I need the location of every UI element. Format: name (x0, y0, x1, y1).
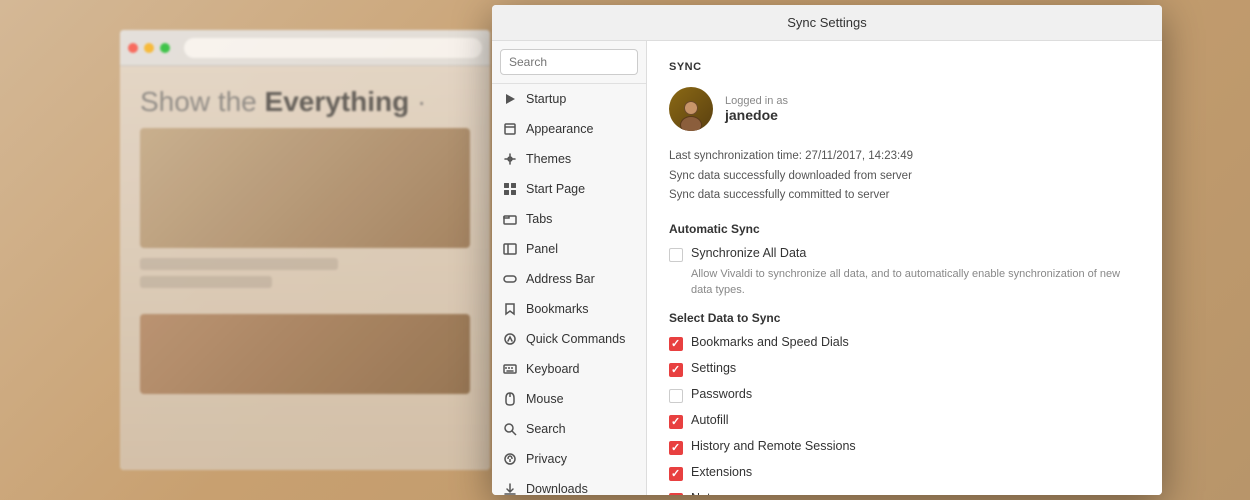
bg-heading: Show the Everything · (140, 86, 470, 118)
address-bar-icon (502, 271, 518, 287)
sidebar-label-downloads: Downloads (526, 482, 588, 495)
sync-notes-label: Notes (691, 491, 724, 495)
sidebar-label-address-bar: Address Bar (526, 272, 595, 286)
sync-all-hint: Allow Vivaldi to synchronize all data, a… (691, 266, 1140, 299)
settings-window: Sync Settings Startup (492, 5, 1162, 495)
sync-history-checkbox[interactable] (669, 441, 683, 455)
privacy-icon (502, 451, 518, 467)
themes-icon (502, 151, 518, 167)
sidebar-label-privacy: Privacy (526, 452, 567, 466)
quick-commands-icon (502, 331, 518, 347)
sync-item-autofill: Autofill (669, 413, 1140, 429)
sidebar-label-keyboard: Keyboard (526, 362, 580, 376)
user-row: Logged in as janedoe (669, 87, 1140, 131)
sync-extensions-checkbox[interactable] (669, 467, 683, 481)
sidebar-item-bookmarks[interactable]: Bookmarks (492, 294, 646, 324)
avatar (669, 87, 713, 131)
start-page-icon (502, 181, 518, 197)
sync-item-bookmarks: Bookmarks and Speed Dials (669, 335, 1140, 351)
sync-bookmarks-label: Bookmarks and Speed Dials (691, 335, 849, 349)
sidebar-item-mouse[interactable]: Mouse (492, 384, 646, 414)
sidebar-item-quick-commands[interactable]: Quick Commands (492, 324, 646, 354)
sidebar-label-bookmarks: Bookmarks (526, 302, 589, 316)
bookmarks-icon (502, 301, 518, 317)
sync-notes-checkbox[interactable] (669, 493, 683, 495)
sidebar-label-mouse: Mouse (526, 392, 564, 406)
keyboard-icon (502, 361, 518, 377)
select-data-title: Select Data to Sync (669, 311, 1140, 325)
sidebar-item-themes[interactable]: Themes (492, 144, 646, 174)
sync-item-notes: Notes (669, 491, 1140, 495)
sidebar-item-keyboard[interactable]: Keyboard (492, 354, 646, 384)
sync-status: Last synchronization time: 27/11/2017, 1… (669, 147, 1140, 206)
sidebar-item-panel[interactable]: Panel (492, 234, 646, 264)
committed-text: Sync data successfully committed to serv… (669, 186, 1140, 206)
downloads-icon (502, 481, 518, 495)
username: janedoe (725, 107, 788, 123)
sidebar-label-quick-commands: Quick Commands (526, 332, 625, 346)
panel-icon (502, 241, 518, 257)
sync-passwords-label: Passwords (691, 387, 752, 401)
sync-settings-checkbox[interactable] (669, 363, 683, 377)
sync-item-history: History and Remote Sessions (669, 439, 1140, 455)
sync-all-label: Synchronize All Data (691, 246, 806, 260)
sidebar-search-input[interactable] (500, 49, 638, 75)
sync-autofill-label: Autofill (691, 413, 729, 427)
sync-extensions-label: Extensions (691, 465, 752, 479)
sidebar-label-search: Search (526, 422, 566, 436)
settings-main: SYNC Logged in as janedoe (647, 41, 1162, 495)
sync-item-settings: Settings (669, 361, 1140, 377)
user-info: Logged in as janedoe (725, 95, 788, 123)
sidebar-item-tabs[interactable]: Tabs (492, 204, 646, 234)
sync-all-row: Synchronize All Data (669, 246, 1140, 262)
tabs-icon (502, 211, 518, 227)
bg-browser-chrome: Show the Everything · (120, 30, 490, 470)
settings-sidebar: Startup Appearance (492, 41, 647, 495)
data-sync-list: Bookmarks and Speed Dials Settings Passw… (669, 335, 1140, 495)
sidebar-item-startup[interactable]: Startup (492, 84, 646, 114)
sidebar-item-address-bar[interactable]: Address Bar (492, 264, 646, 294)
sidebar-label-startup: Startup (526, 92, 566, 106)
search-box (492, 41, 646, 84)
sync-settings-label: Settings (691, 361, 736, 375)
sidebar-nav: Startup Appearance (492, 84, 646, 495)
logged-in-label: Logged in as (725, 95, 788, 107)
sidebar-label-start-page: Start Page (526, 182, 585, 196)
sidebar-item-privacy[interactable]: Privacy (492, 444, 646, 474)
settings-titlebar: Sync Settings (492, 5, 1162, 41)
last-sync-text: Last synchronization time: 27/11/2017, 1… (669, 147, 1140, 167)
bg-image (140, 128, 470, 248)
sync-passwords-checkbox[interactable] (669, 389, 683, 403)
sync-item-extensions: Extensions (669, 465, 1140, 481)
mouse-icon (502, 391, 518, 407)
sidebar-item-search[interactable]: Search (492, 414, 646, 444)
search-nav-icon (502, 421, 518, 437)
sidebar-item-downloads[interactable]: Downloads (492, 474, 646, 495)
sidebar-item-appearance[interactable]: Appearance (492, 114, 646, 144)
appearance-icon (502, 121, 518, 137)
bg-image-2 (140, 314, 470, 394)
window-title: Sync Settings (787, 15, 867, 30)
sidebar-label-panel: Panel (526, 242, 558, 256)
sidebar-label-tabs: Tabs (526, 212, 552, 226)
downloaded-text: Sync data successfully downloaded from s… (669, 167, 1140, 187)
sync-item-passwords: Passwords (669, 387, 1140, 403)
sync-history-label: History and Remote Sessions (691, 439, 856, 453)
sidebar-item-start-page[interactable]: Start Page (492, 174, 646, 204)
section-title: SYNC (669, 61, 1140, 73)
automatic-sync-title: Automatic Sync (669, 222, 1140, 236)
sync-all-checkbox[interactable] (669, 248, 683, 262)
sidebar-label-appearance: Appearance (526, 122, 593, 136)
sync-autofill-checkbox[interactable] (669, 415, 683, 429)
sync-bookmarks-checkbox[interactable] (669, 337, 683, 351)
startup-icon (502, 91, 518, 107)
sidebar-label-themes: Themes (526, 152, 571, 166)
